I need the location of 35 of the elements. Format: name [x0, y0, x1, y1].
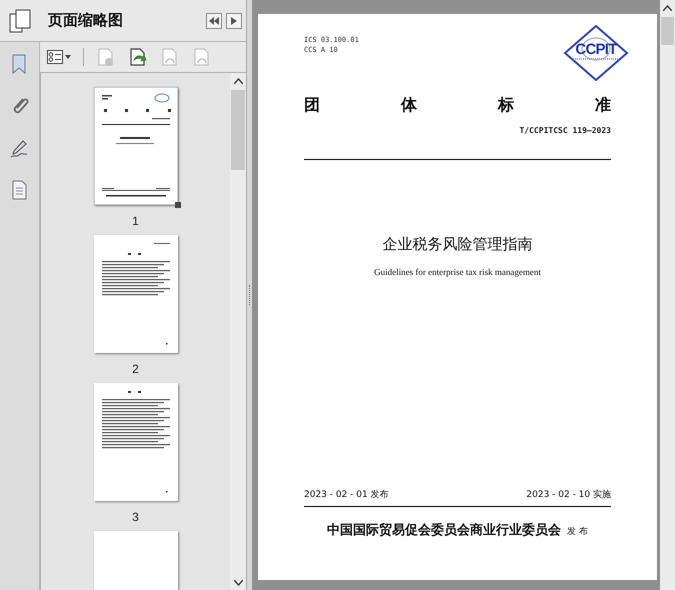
pages-icon[interactable]	[8, 8, 32, 34]
panel-title: 页面缩略图	[48, 10, 123, 32]
scroll-down-icon[interactable]	[234, 580, 242, 586]
scroll-up-icon[interactable]	[234, 78, 242, 84]
scroll-up-icon[interactable]	[663, 5, 672, 11]
page-thumbnail[interactable]	[94, 234, 178, 353]
page-number: 1	[132, 213, 139, 230]
arrow-right-icon	[231, 16, 237, 24]
issue-date: 2023 - 02 - 01 发布	[304, 489, 389, 502]
page-insert-icon[interactable]	[128, 47, 148, 67]
scrollbar[interactable]	[230, 73, 246, 590]
collapse-panel-button[interactable]	[206, 12, 222, 28]
options-menu-icon[interactable]	[47, 50, 71, 64]
double-arrow-left-icon	[209, 16, 219, 24]
heading-character: 准	[595, 94, 611, 116]
scroll-thumb[interactable]	[661, 17, 674, 45]
heading-character: 体	[401, 94, 417, 116]
ccpit-logo: CCPIT	[563, 25, 629, 81]
expand-panel-button[interactable]	[226, 12, 242, 28]
effective-date: 2023 - 02 - 10 实施	[526, 489, 611, 502]
scrollbar[interactable]	[660, 0, 675, 590]
heading-character: 团	[304, 94, 320, 116]
page-thumbnail[interactable]	[94, 530, 178, 590]
page-thumbnail[interactable]	[94, 87, 178, 205]
standard-number: T/CCPITCSC 119—2023	[519, 125, 611, 137]
resize-handle[interactable]	[174, 202, 180, 208]
page-number: 3	[132, 508, 139, 526]
heading-character: 标	[498, 94, 514, 116]
publisher-name: 中国国际贸易促会委员会商业行业委员会	[327, 522, 562, 540]
page-thumbnail[interactable]	[94, 382, 178, 501]
page-number: 2	[132, 360, 139, 378]
document-title: 企业税务风险管理指南	[382, 234, 532, 255]
publisher-suffix: 发 布	[567, 526, 588, 538]
document-subtitle: Guidelines for enterprise tax risk management	[374, 266, 541, 279]
scroll-thumb[interactable]	[231, 90, 245, 170]
